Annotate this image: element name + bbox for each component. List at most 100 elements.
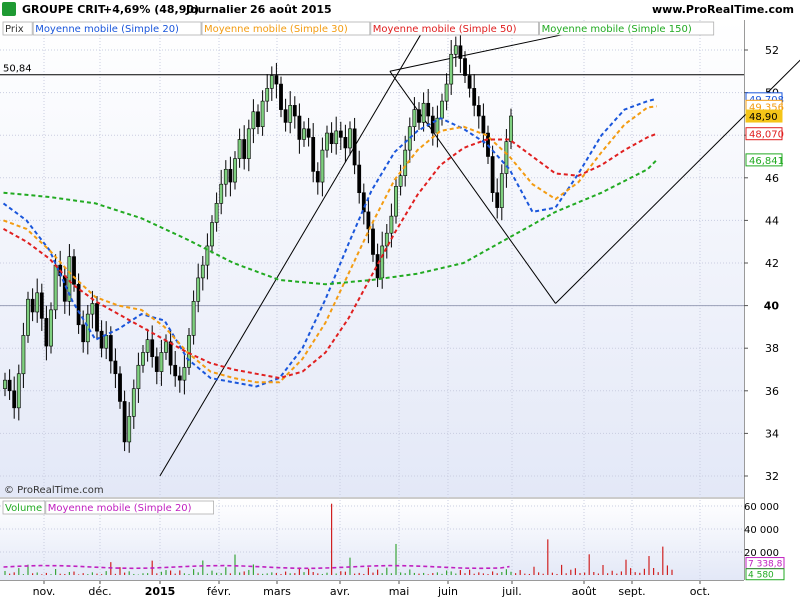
candle-body bbox=[269, 75, 274, 89]
candle-body bbox=[113, 360, 118, 375]
price-badge-label: 48,070 bbox=[749, 130, 784, 141]
resistance-label: 50,84 bbox=[3, 64, 32, 75]
y-tick-label: 36 bbox=[765, 385, 779, 398]
volume-tick-label: 60 000 bbox=[744, 502, 779, 513]
candle-body bbox=[210, 222, 214, 247]
candle-body bbox=[90, 303, 95, 315]
instrument-title: GROUPE CRIT bbox=[22, 3, 106, 16]
volume-badge-label: 7 338,8 bbox=[748, 560, 783, 570]
candle-body bbox=[159, 352, 164, 372]
candle-body bbox=[407, 126, 412, 151]
candle-body bbox=[81, 324, 86, 343]
candle-body bbox=[122, 401, 127, 443]
candle-body bbox=[329, 132, 334, 145]
x-tick-label: juil. bbox=[501, 585, 522, 598]
legend-label: Moyenne mobile (Simple 150) bbox=[542, 24, 692, 35]
candle-body bbox=[16, 373, 21, 409]
candle-body bbox=[44, 318, 49, 347]
candle-body bbox=[251, 111, 256, 130]
candle-body bbox=[311, 137, 316, 172]
candle-body bbox=[228, 168, 233, 183]
x-tick-label: mars bbox=[263, 585, 291, 598]
candle-body bbox=[357, 164, 362, 194]
candle-body bbox=[476, 105, 481, 117]
candle-body bbox=[426, 102, 431, 117]
candle-body bbox=[449, 53, 454, 85]
candle-body bbox=[49, 309, 53, 347]
candle-body bbox=[430, 115, 435, 134]
candle-body bbox=[191, 301, 196, 336]
candle-body bbox=[237, 139, 242, 159]
legend-label: Moyenne mobile (Simple 20) bbox=[48, 503, 192, 514]
x-tick-label: avr. bbox=[330, 585, 350, 598]
candle-body bbox=[260, 100, 265, 127]
x-tick-label: oct. bbox=[690, 585, 711, 598]
chart-header: GROUPE CRIT +4,69% (48,90) Journalier 26… bbox=[0, 0, 800, 21]
candle-body bbox=[481, 115, 486, 134]
candle-body bbox=[196, 277, 201, 302]
candle-body bbox=[279, 83, 283, 110]
legend-label: Moyenne mobile (Simple 30) bbox=[204, 24, 348, 35]
candle-body bbox=[325, 132, 329, 151]
candle-body bbox=[334, 130, 339, 145]
site-url[interactable]: www.ProRealTime.com bbox=[652, 3, 794, 16]
x-tick-label: août bbox=[572, 585, 597, 598]
candle-body bbox=[150, 339, 155, 358]
candle-body bbox=[242, 139, 247, 159]
candle-body bbox=[297, 115, 302, 140]
candle-body bbox=[394, 186, 398, 217]
candle-body bbox=[164, 341, 168, 353]
y-tick-label: 38 bbox=[765, 342, 779, 355]
candle-body bbox=[99, 330, 104, 349]
candle-body bbox=[21, 335, 26, 375]
x-tick-label: mai bbox=[389, 585, 410, 598]
candle-body bbox=[306, 128, 311, 138]
candle-body bbox=[26, 298, 30, 336]
price-change: +4,69% (48,90) bbox=[103, 3, 200, 16]
candle-body bbox=[3, 379, 7, 389]
x-tick-label: déc. bbox=[88, 585, 111, 598]
candle-body bbox=[53, 264, 58, 311]
x-tick-label: 2015 bbox=[145, 585, 176, 598]
x-tick-label: juin bbox=[437, 585, 458, 598]
candle-body bbox=[104, 335, 109, 349]
y-tick-label: 46 bbox=[765, 172, 779, 185]
candle-body bbox=[136, 364, 141, 389]
y-tick-label: 40 bbox=[764, 300, 780, 313]
candle-body bbox=[504, 141, 509, 174]
y-tick-label: 34 bbox=[765, 427, 779, 440]
candle-body bbox=[219, 183, 224, 204]
copyright-label: © ProRealTime.com bbox=[4, 485, 104, 496]
candle-body bbox=[256, 111, 260, 127]
candle-body bbox=[168, 341, 173, 366]
candle-body bbox=[421, 102, 426, 123]
candle-body bbox=[320, 149, 325, 183]
candle-body bbox=[458, 45, 463, 59]
candle-body bbox=[495, 192, 500, 208]
candle-body bbox=[7, 379, 12, 392]
candle-body bbox=[214, 203, 219, 223]
candle-body bbox=[338, 130, 343, 138]
x-tick-label: févr. bbox=[207, 585, 231, 598]
prorealtime-logo-icon bbox=[2, 2, 16, 16]
candle-body bbox=[39, 292, 44, 319]
candle-body bbox=[177, 375, 182, 381]
candle-body bbox=[440, 100, 444, 119]
chart-date: 26 août 2015 bbox=[250, 3, 332, 16]
candle-body bbox=[417, 109, 421, 123]
candle-body bbox=[127, 416, 132, 443]
candle-body bbox=[118, 373, 122, 402]
price-badge-label: 46,841 bbox=[749, 156, 784, 167]
candle-body bbox=[490, 156, 495, 194]
candle-body bbox=[283, 109, 288, 123]
candle-body bbox=[108, 335, 113, 362]
candle-body bbox=[366, 211, 371, 230]
candle-body bbox=[509, 115, 513, 142]
candle-body bbox=[288, 105, 293, 123]
candle-body bbox=[302, 128, 306, 140]
candle-body bbox=[444, 83, 449, 102]
candle-body bbox=[361, 192, 366, 213]
y-tick-label: 42 bbox=[765, 257, 779, 270]
candle-body bbox=[223, 168, 228, 185]
candle-body bbox=[30, 298, 35, 313]
